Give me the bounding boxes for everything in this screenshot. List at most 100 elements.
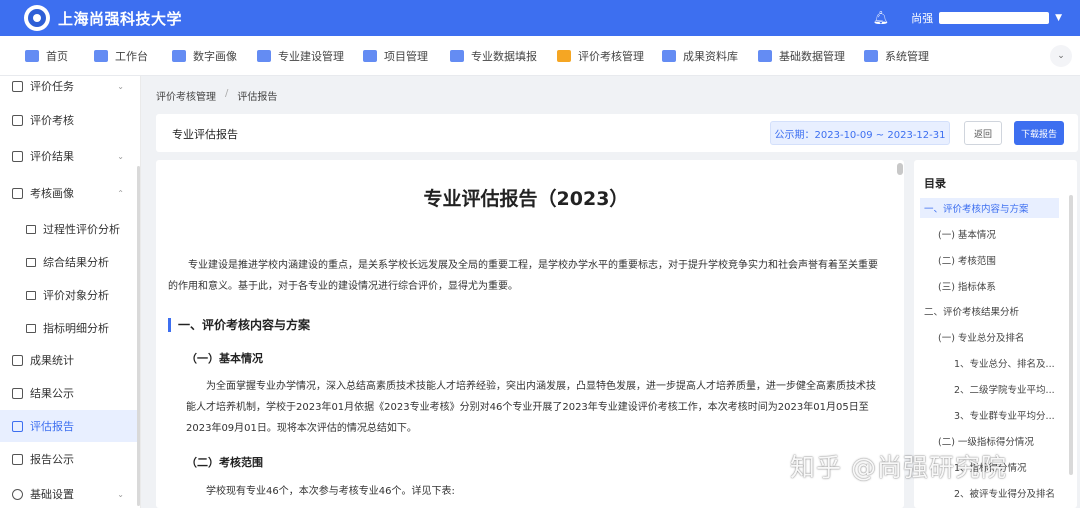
toc-item[interactable]: 1、专业总分、排名及... (920, 353, 1059, 373)
nav-item-project-management[interactable]: 项目管理 (363, 36, 428, 76)
sidebar-item-indicator-analysis[interactable]: 指标明细分析 (0, 313, 138, 343)
report-publish-icon (12, 453, 23, 465)
shield-icon (864, 49, 878, 62)
sidebar-item-assessment-report[interactable]: 评估报告 (0, 410, 138, 442)
toc-item[interactable]: (三) 指标体系 (920, 276, 1059, 296)
sidebar-item-label: 基础设置 (30, 488, 74, 501)
stats-icon (12, 354, 23, 366)
id-card-icon (450, 49, 464, 62)
sidebar-item-evaluation-results[interactable]: 评价结果 ⌄ (0, 141, 138, 171)
nav-label: 成果资料库 (683, 49, 738, 63)
nav-label: 首页 (46, 49, 68, 63)
nav-label: 项目管理 (384, 49, 428, 63)
medal-icon (557, 49, 571, 62)
nav-item-achievements[interactable]: 成果资料库 (662, 36, 738, 76)
nav-item-major-construction[interactable]: 专业建设管理 (257, 36, 344, 76)
document-scrollbar[interactable] (897, 163, 903, 175)
bell-icon[interactable]: 🔔︎ (873, 11, 890, 26)
sidebar-item-process-analysis[interactable]: 过程性评价分析 (0, 214, 138, 244)
sidebar-item-evaluation-task[interactable]: 评价任务 ⌄ (0, 71, 138, 101)
user-name[interactable]: 尚强 (911, 10, 933, 26)
report-titlebar: 专业评估报告 公示期：2023-10-09 ~ 2023-12-31 返回 下载… (156, 114, 1078, 152)
nav-item-digital-portrait[interactable]: 数字画像 (172, 36, 237, 76)
chart-icon (26, 224, 36, 234)
page-title: 专业评估报告 (172, 128, 238, 141)
section-heading: 一、评价考核内容与方案 (168, 316, 310, 333)
toc-item[interactable]: 二、评价考核结果分析 (920, 301, 1059, 321)
sidebar-item-object-analysis[interactable]: 评价对象分析 (0, 280, 138, 310)
chart-icon (26, 290, 36, 300)
sidebar-item-label: 综合结果分析 (43, 256, 109, 269)
nav-label: 数字画像 (193, 49, 237, 63)
toc-item[interactable]: (二) 考核范围 (920, 250, 1059, 270)
download-report-button[interactable]: 下载报告 (1014, 121, 1064, 145)
list-icon (12, 80, 23, 92)
watermark: 知乎 @尚强研究院 (790, 453, 1007, 482)
toc-item[interactable]: 2、二级学院专业平均... (920, 379, 1059, 399)
checklist-icon (12, 150, 23, 162)
chart-icon (26, 323, 36, 333)
sidebar-item-label: 评价结果 (30, 150, 74, 163)
subsection-heading: （一）基本情况 (186, 352, 263, 365)
toc-item[interactable]: 2、被评专业得分及排名 (920, 483, 1059, 503)
app-title: 上海尚强科技大学 (58, 9, 183, 28)
sidebar-item-label: 报告公示 (30, 453, 74, 466)
nav-item-data-filling[interactable]: 专业数据填报 (450, 36, 537, 76)
sidebar-item-achievement-stats[interactable]: 成果统计 (0, 345, 138, 375)
announcement-icon (12, 387, 23, 399)
chart-icon (26, 257, 36, 267)
toc-item[interactable]: (一) 基本情况 (920, 224, 1059, 244)
chevron-down-icon: ⌄ (117, 151, 124, 161)
sidebar-item-overall-analysis[interactable]: 综合结果分析 (0, 247, 138, 277)
nav-label: 专业建设管理 (278, 49, 344, 63)
sidebar-item-result-publication[interactable]: 结果公示 (0, 378, 138, 408)
sidebar-item-label: 指标明细分析 (43, 322, 109, 335)
nav-item-evaluation[interactable]: 评价考核管理 (557, 36, 644, 76)
sidebar-item-report-publication[interactable]: 报告公示 (0, 444, 138, 474)
basic-info-paragraph: 为全面掌握专业办学情况，深入总结高素质技术技能人才培养经验，突出内涵发展，凸显特… (186, 381, 876, 434)
chevron-down-icon: ⌄ (117, 81, 124, 91)
user-menu-caret-icon[interactable]: ▼ (1055, 13, 1062, 23)
nav-label: 基础数据管理 (779, 49, 845, 63)
nav-item-workbench[interactable]: 工作台 (94, 36, 148, 76)
breadcrumb-parent[interactable]: 评价考核管理 (156, 88, 216, 103)
nav-item-base-data[interactable]: 基础数据管理 (758, 36, 845, 76)
database-icon (758, 49, 772, 62)
monitor-icon (94, 49, 108, 62)
nav-label: 专业数据填报 (471, 49, 537, 63)
sidebar-item-basic-settings[interactable]: 基础设置 ⌄ (0, 479, 138, 508)
sidebar-item-label: 评估报告 (30, 420, 74, 433)
toc-scrollbar[interactable] (1069, 195, 1073, 475)
publication-period-badge: 公示期：2023-10-09 ~ 2023-12-31 (770, 121, 950, 145)
main-navigation: 首页 工作台 数字画像 专业建设管理 项目管理 专业数据填报 评价考核管理 成果… (0, 36, 1080, 76)
edit-icon (12, 114, 23, 126)
nav-item-system[interactable]: 系统管理 (864, 36, 929, 76)
back-button[interactable]: 返回 (964, 121, 1002, 145)
gear-icon (12, 488, 23, 500)
sidebar-item-assessment-portrait[interactable]: 考核画像 ⌃ (0, 178, 138, 208)
toc-item[interactable]: 一、评价考核内容与方案 (920, 198, 1059, 218)
nav-expand-chevron-icon[interactable]: ⌄ (1050, 45, 1072, 67)
university-logo-icon[interactable] (24, 5, 50, 31)
sidebar-item-label: 评价任务 (30, 80, 74, 93)
sidebar-item-label: 评价考核 (30, 114, 74, 127)
sidebar-item-label: 结果公示 (30, 387, 74, 400)
toc-item[interactable]: (一) 专业总分及排名 (920, 327, 1059, 347)
toc-item[interactable]: 3、专业群专业平均分... (920, 405, 1059, 425)
user-card-icon (12, 187, 23, 199)
report-title: 专业评估报告（2023） (423, 188, 629, 210)
top-header: 上海尚强科技大学 🔔︎ 尚强 ▼ (0, 0, 1080, 36)
home-icon (25, 49, 39, 62)
chevron-down-icon: ⌄ (117, 489, 124, 499)
intro-paragraph: 专业建设是推进学校内涵建设的重点，是关系学校长远发展及全局的重要工程，是学校办学… (168, 260, 878, 292)
report-icon (12, 420, 23, 432)
breadcrumb-current: 评估报告 (237, 92, 278, 103)
sidebar-item-label: 成果统计 (30, 354, 74, 367)
shield-gear-icon (257, 49, 271, 62)
sidebar-scrollbar[interactable] (137, 166, 140, 506)
user-name-redacted (939, 12, 1050, 24)
sidebar-item-label: 过程性评价分析 (43, 223, 120, 236)
nav-item-home[interactable]: 首页 (25, 36, 68, 76)
sidebar-item-evaluation[interactable]: 评价考核 (0, 105, 138, 135)
nav-label: 系统管理 (885, 49, 929, 63)
